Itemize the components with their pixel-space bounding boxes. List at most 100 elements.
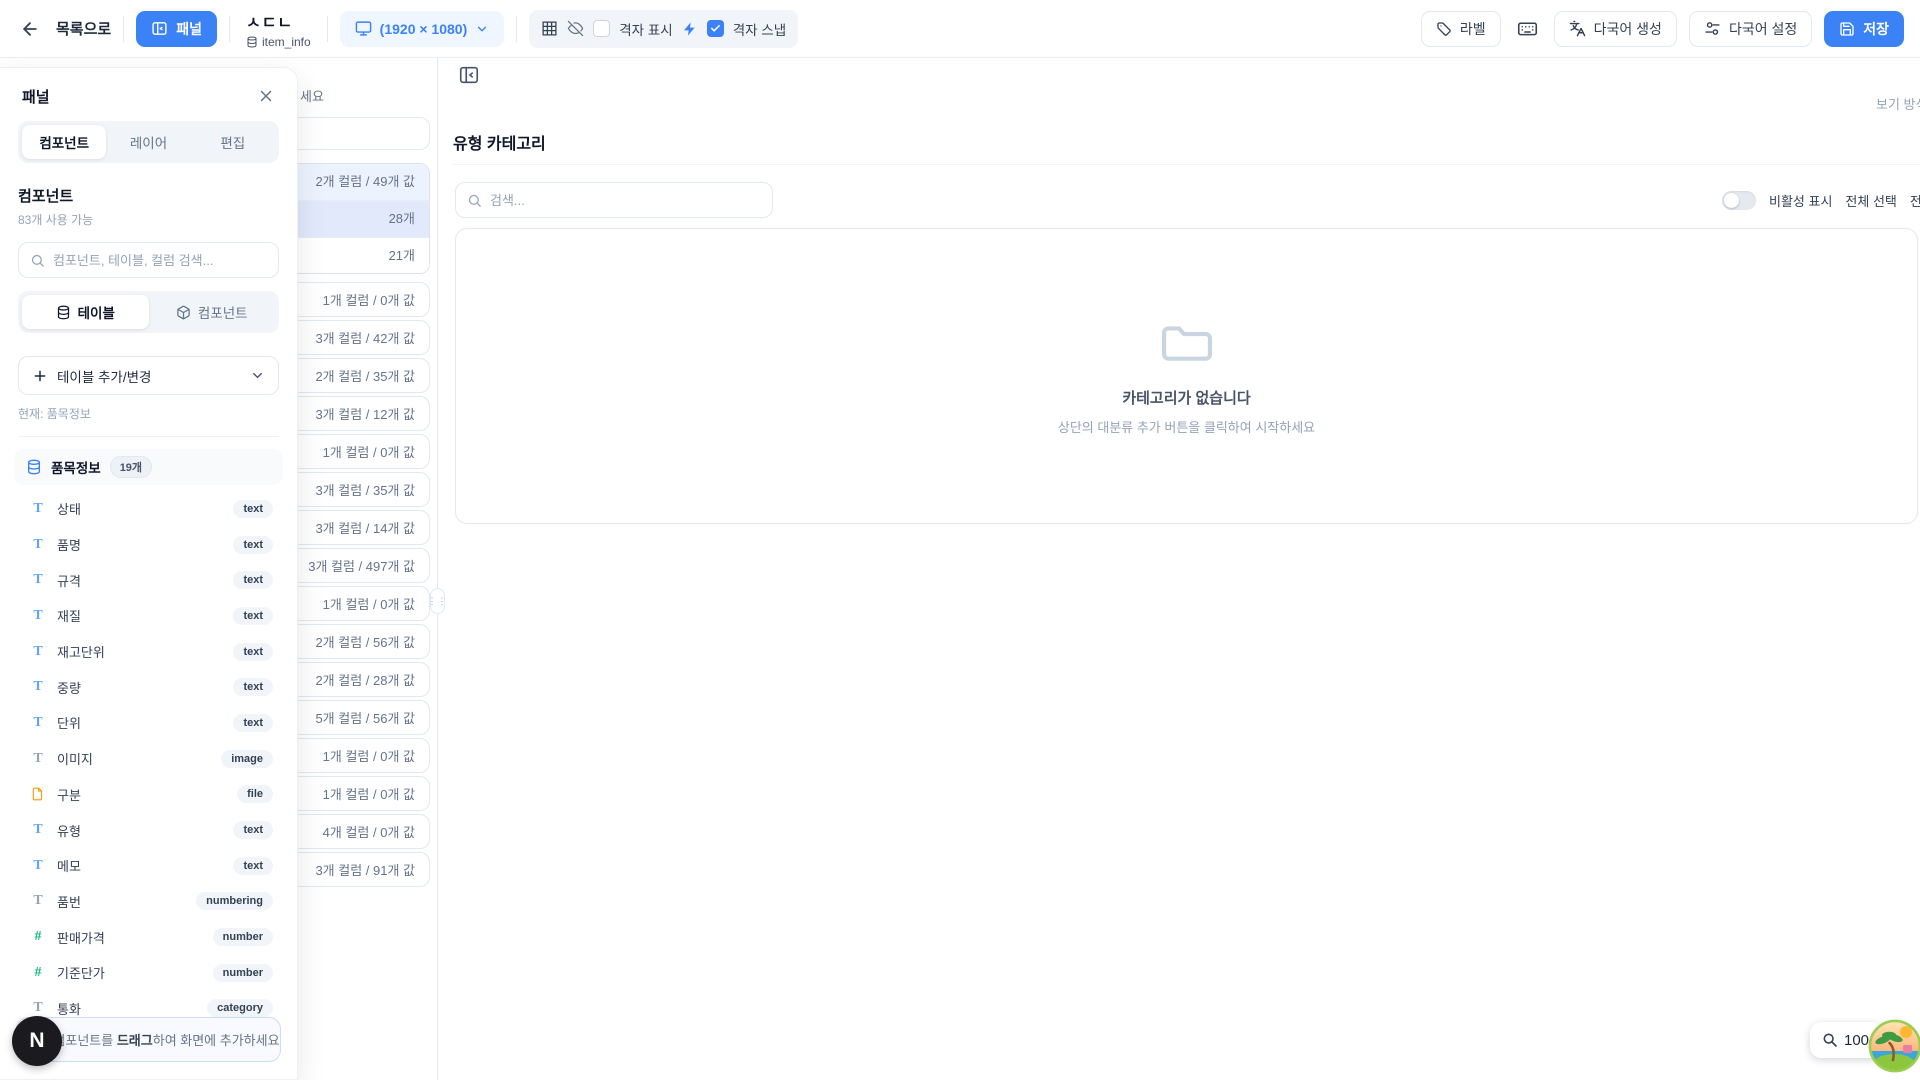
grid-show-checkbox[interactable] [593, 20, 610, 37]
i18n-generate-button[interactable]: 다국어 생성 [1554, 11, 1677, 47]
sliders-icon [1704, 20, 1721, 37]
component-search-input[interactable] [53, 253, 267, 268]
field-type-badge: text [233, 643, 273, 661]
field-row[interactable]: T 규격 text [30, 562, 273, 598]
field-type-badge: image [221, 750, 273, 768]
panel-left-icon [151, 20, 168, 37]
add-table-button[interactable]: 테이블 추가/변경 [18, 356, 279, 395]
inactive-toggle-label[interactable]: 비활성 표시 [1769, 191, 1832, 210]
field-type-badge: text [233, 714, 273, 732]
field-type-icon: T [30, 501, 46, 517]
empty-state-subtitle: 상단의 대분류 추가 버튼을 클릭하여 시작하세요 [1058, 417, 1315, 436]
field-type-icon: T [30, 715, 46, 731]
field-row[interactable]: T 재질 text [30, 598, 273, 634]
keyboard-shortcuts-button[interactable] [1513, 14, 1542, 43]
category-search-input[interactable] [490, 193, 761, 208]
field-row[interactable]: T 품번 numbering [30, 884, 273, 920]
field-row[interactable]: T 유형 text [30, 812, 273, 848]
field-row[interactable]: 구분 file [30, 777, 273, 813]
grid-snap-label[interactable]: 격자 스냅 [733, 19, 786, 39]
package-icon [176, 305, 191, 320]
field-name: 기준단가 [57, 963, 105, 982]
i18n-settings-button[interactable]: 다국어 설정 [1689, 11, 1812, 47]
panel-close-button[interactable] [253, 83, 279, 109]
tab-components[interactable]: 컴포넌트 [22, 125, 106, 159]
back-button[interactable] [16, 15, 44, 43]
field-row[interactable]: T 중량 text [30, 669, 273, 705]
field-type-icon: T [30, 751, 46, 767]
field-name: 품명 [57, 535, 81, 554]
field-type-badge: text [233, 857, 273, 875]
field-row[interactable]: # 기준단가 number [30, 955, 273, 991]
field-row[interactable]: T 재고단위 text [30, 634, 273, 670]
field-type-badge: text [233, 500, 273, 518]
field-type-icon: T [30, 893, 46, 909]
select-all-button[interactable]: 전체 선택 [1845, 191, 1896, 210]
field-row[interactable]: T 상태 text [30, 491, 273, 527]
empty-category-state: 카테고리가 없습니다 상단의 대분류 추가 버튼을 클릭하여 시작하세요 [455, 228, 1918, 524]
field-row[interactable]: T 이미지 image [30, 741, 273, 777]
grid-icon [541, 20, 558, 37]
label-button[interactable]: 라벨 [1421, 11, 1501, 47]
mode-table-tab[interactable]: 테이블 [22, 295, 149, 329]
left-panel: 패널 컴포넌트 레이어 편집 컴포넌트 83개 사용 가능 [0, 67, 298, 1080]
inactive-toggle[interactable] [1722, 191, 1756, 210]
field-name: 재질 [57, 606, 81, 625]
field-name: 메모 [57, 856, 81, 875]
field-row[interactable]: T 단위 text [30, 705, 273, 741]
save-button-text: 저장 [1863, 19, 1889, 39]
i18n-settings-text: 다국어 설정 [1729, 19, 1797, 39]
field-type-badge: number [213, 928, 273, 946]
back-label[interactable]: 목록으로 [56, 18, 111, 39]
field-type-badge: file [237, 785, 273, 803]
tab-layers[interactable]: 레이어 [106, 125, 190, 159]
chevron-down-icon [475, 22, 489, 36]
island-sticker-icon[interactable] [1867, 1018, 1920, 1074]
tab-edit[interactable]: 편집 [191, 125, 275, 159]
field-type-icon: T [30, 572, 46, 588]
languages-icon [1569, 20, 1586, 37]
grid-snap-checkbox[interactable] [707, 20, 724, 37]
components-section-title: 컴포넌트 [18, 185, 279, 206]
folder-icon [1156, 317, 1218, 367]
grid-controls: 격자 표시 격자 스냅 [529, 10, 798, 48]
field-type-icon: T [30, 679, 46, 695]
split-drag-handle[interactable]: ⋮⋮ [430, 588, 445, 614]
page-title: ㅅㄷㄴ [246, 9, 311, 33]
lightning-icon [682, 21, 698, 37]
hint-bold: 드래그 [117, 1033, 153, 1048]
view-mode-label[interactable]: 보기 방식 [1876, 94, 1920, 113]
panel-button[interactable]: 패널 [136, 11, 217, 47]
field-type-icon: # [30, 929, 46, 945]
category-search [455, 182, 773, 218]
table-group-header[interactable]: 품목정보 19개 [14, 449, 283, 485]
field-row[interactable]: # 판매가격 number [30, 919, 273, 955]
field-name: 통화 [57, 999, 81, 1018]
component-search [18, 242, 279, 278]
field-row[interactable]: T 메모 text [30, 848, 273, 884]
close-icon [257, 87, 275, 105]
plus-icon [32, 368, 48, 384]
field-type-badge: text [233, 607, 273, 625]
field-name: 판매가격 [57, 928, 105, 947]
search-icon [30, 253, 45, 268]
canvas-panel-toggle-icon[interactable] [458, 64, 480, 86]
eye-off-icon [567, 20, 584, 37]
field-type-icon: T [30, 1000, 46, 1016]
mode-component-tab[interactable]: 컴포넌트 [149, 295, 276, 329]
divider [123, 16, 124, 42]
magnifier-icon [1822, 1032, 1838, 1048]
resolution-select[interactable]: (1920 × 1080) [340, 11, 505, 47]
field-row[interactable]: T 품명 text [30, 527, 273, 563]
save-button[interactable]: 저장 [1824, 11, 1904, 47]
components-available-count: 83개 사용 가능 [18, 211, 279, 228]
section-divider [453, 164, 1920, 165]
assistant-logo-badge[interactable]: N [12, 1016, 62, 1066]
partial-button[interactable]: 전 [1910, 191, 1920, 210]
field-name: 재고단위 [57, 642, 105, 661]
field-type-badge: text [233, 821, 273, 839]
field-type-icon: T [30, 644, 46, 660]
field-list: T 상태 text T 품명 text T 규격 text T 재질 text … [18, 491, 279, 1062]
arrow-left-icon [20, 19, 40, 39]
grid-show-label[interactable]: 격자 표시 [619, 19, 672, 39]
